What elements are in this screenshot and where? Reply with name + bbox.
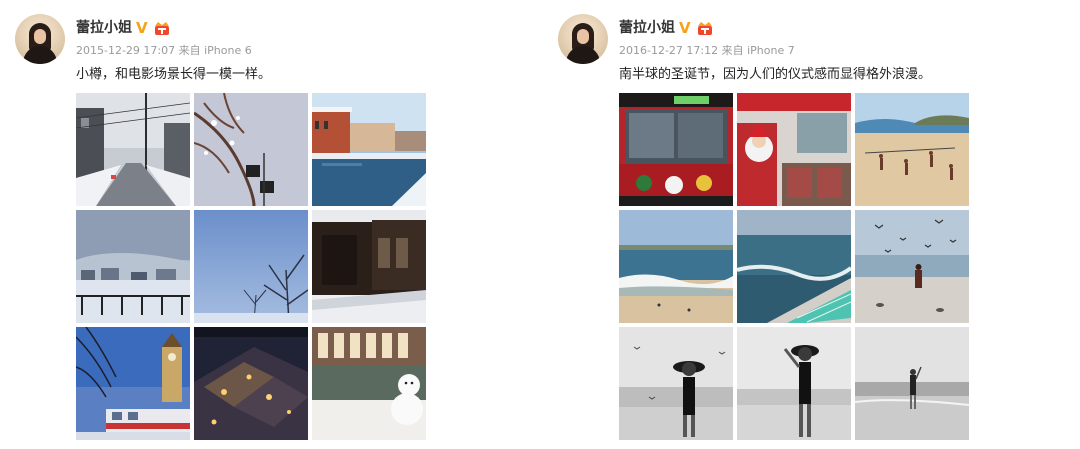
verified-v-icon[interactable]: V xyxy=(679,19,691,37)
bus-interior-santa-photo[interactable] xyxy=(737,93,851,206)
vip-badge-icon[interactable] xyxy=(696,21,714,36)
post-text: 小樽，和电影场景长得一模一样。 xyxy=(76,67,272,82)
beach-waves-photo[interactable] xyxy=(619,210,733,323)
user-name[interactable]: 蕾拉小姐 xyxy=(76,19,132,37)
bw-woman-hat-photo[interactable] xyxy=(619,327,733,440)
otaru-canal-photo[interactable] xyxy=(312,93,426,206)
vip-badge-icon[interactable] xyxy=(153,21,171,36)
seagulls-beach-photo[interactable] xyxy=(855,210,969,323)
post-meta: 2016-12-27 17:12 来自 iPhone 7 xyxy=(619,44,795,57)
bw-woman-hat-2-photo[interactable] xyxy=(737,327,851,440)
snowman-window-photo[interactable] xyxy=(312,327,426,440)
beach-volleyball-photo[interactable] xyxy=(855,93,969,206)
ocean-pool-photo[interactable] xyxy=(737,210,851,323)
night-town-photo[interactable] xyxy=(194,327,308,440)
snowy-street-photo[interactable] xyxy=(76,93,190,206)
user-name[interactable]: 蕾拉小姐 xyxy=(619,19,675,37)
weibo-post: 蕾拉小姐 V 2016-12-27 17:12 来自 iPhone 7 南半球的… xyxy=(543,0,1013,449)
bw-woman-sea-photo[interactable] xyxy=(855,327,969,440)
post-meta: 2015-12-29 17:07 来自 iPhone 6 xyxy=(76,44,252,57)
snow-town-view-photo[interactable] xyxy=(76,210,190,323)
blue-sky-trees-photo[interactable] xyxy=(194,210,308,323)
avatar[interactable] xyxy=(558,14,608,64)
snow-branches-photo[interactable] xyxy=(194,93,308,206)
avatar[interactable] xyxy=(15,14,65,64)
weibo-post: 蕾拉小姐 V 2015-12-29 17:07 来自 iPhone 6 小樽，和… xyxy=(0,0,470,449)
clock-tower-bus-photo[interactable] xyxy=(76,327,190,440)
christmas-bus-front-photo[interactable] xyxy=(619,93,733,206)
photo-grid xyxy=(619,93,971,440)
dark-building-photo[interactable] xyxy=(312,210,426,323)
photo-grid xyxy=(76,93,428,440)
post-text: 南半球的圣诞节，因为人们的仪式感而显得格外浪漫。 xyxy=(619,67,932,82)
verified-v-icon[interactable]: V xyxy=(136,19,148,37)
